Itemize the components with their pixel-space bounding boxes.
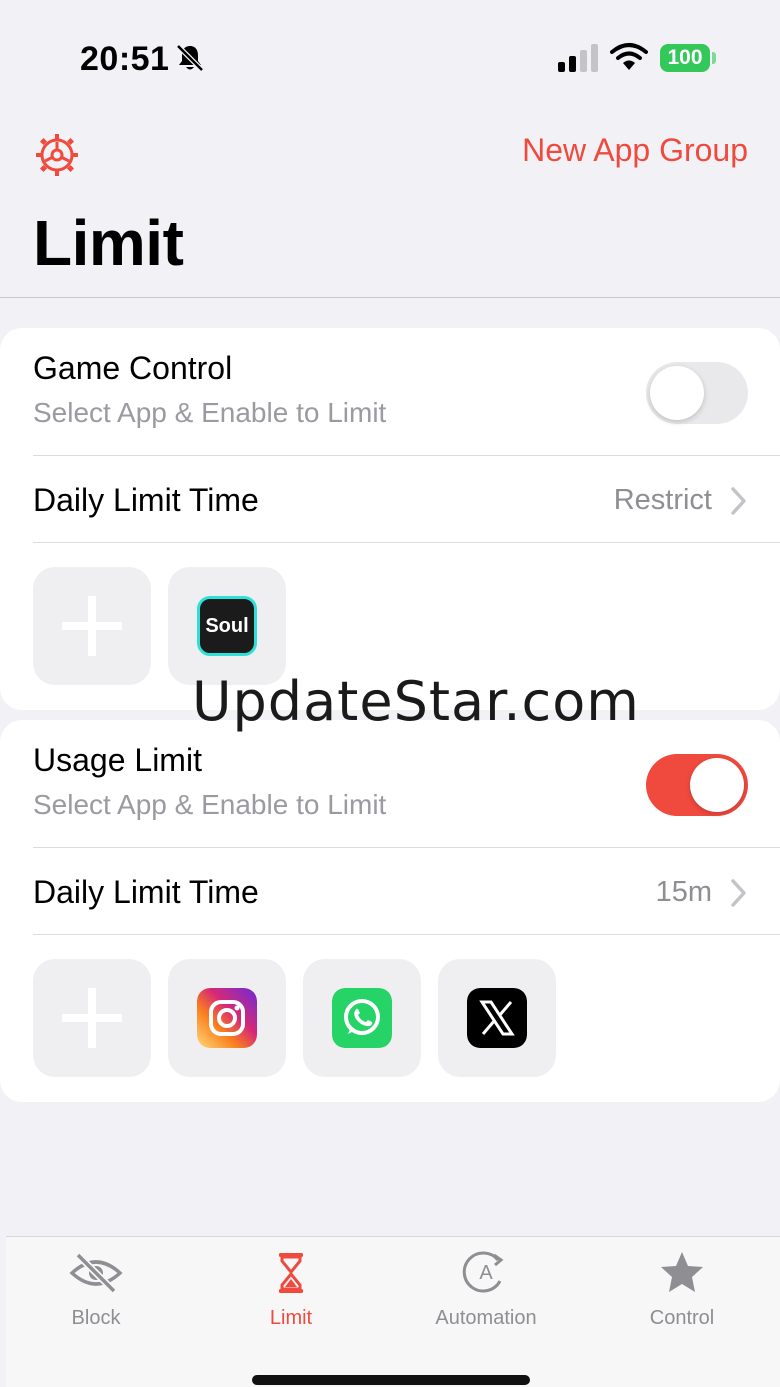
soul-app-label: Soul bbox=[205, 614, 249, 637]
chevron-right-icon bbox=[731, 487, 746, 515]
tab-control[interactable]: Control bbox=[602, 1251, 762, 1330]
bell-slash-icon bbox=[176, 44, 204, 72]
automation-icon: A bbox=[462, 1251, 504, 1293]
game-control-title: Game Control bbox=[33, 350, 233, 386]
tab-label: Control bbox=[649, 1307, 715, 1329]
nav-header: New App Group Limit bbox=[0, 110, 780, 298]
eye-slash-icon bbox=[69, 1252, 123, 1294]
x-app-icon bbox=[467, 988, 527, 1048]
toggle-knob bbox=[650, 366, 704, 420]
usage-limit-title: Usage Limit bbox=[33, 742, 202, 778]
game-app-list: Soul bbox=[33, 567, 286, 685]
new-app-group-button[interactable]: New App Group bbox=[522, 132, 748, 169]
daily-limit-label: Daily Limit Time bbox=[33, 874, 259, 910]
usage-limit-card: Usage Limit Select App & Enable to Limit… bbox=[0, 720, 780, 1102]
game-daily-limit-row[interactable]: Daily Limit Time Restrict bbox=[0, 456, 780, 542]
battery-tip bbox=[712, 52, 716, 64]
usage-limit-toggle[interactable] bbox=[646, 754, 748, 816]
divider bbox=[33, 542, 780, 543]
svg-text:A: A bbox=[479, 1262, 493, 1284]
hourglass-icon bbox=[279, 1253, 303, 1293]
tab-automation[interactable]: A Automation bbox=[406, 1251, 566, 1330]
tab-label: Limit bbox=[269, 1307, 313, 1329]
wifi-icon bbox=[610, 43, 648, 70]
game-control-header: Game Control Select App & Enable to Limi… bbox=[33, 350, 386, 429]
usage-daily-limit-row[interactable]: Daily Limit Time 15m bbox=[0, 848, 780, 934]
app-tile[interactable]: Soul bbox=[168, 567, 286, 685]
tab-bar: Block Limit A Automation Control bbox=[6, 1236, 780, 1387]
plus-icon bbox=[62, 988, 122, 1048]
add-app-button[interactable] bbox=[33, 959, 151, 1077]
usage-limit-header: Usage Limit Select App & Enable to Limit bbox=[33, 742, 386, 821]
plus-icon bbox=[62, 596, 122, 656]
instagram-app-icon bbox=[197, 988, 257, 1048]
usage-limit-subtitle: Select App & Enable to Limit bbox=[33, 789, 387, 820]
chevron-right-icon bbox=[731, 879, 746, 907]
soul-app-icon: Soul bbox=[197, 596, 257, 656]
daily-limit-value: 15m bbox=[655, 876, 712, 908]
status-time: 20:51 bbox=[80, 40, 170, 78]
app-tile[interactable] bbox=[303, 959, 421, 1077]
gear-icon[interactable] bbox=[32, 130, 82, 180]
app-tile[interactable] bbox=[438, 959, 556, 1077]
game-control-toggle[interactable] bbox=[646, 362, 748, 424]
battery-indicator: 100 bbox=[660, 44, 710, 72]
usage-app-list bbox=[33, 959, 556, 1077]
app-tile[interactable] bbox=[168, 959, 286, 1077]
add-app-button[interactable] bbox=[33, 567, 151, 685]
star-icon bbox=[661, 1252, 703, 1292]
screen: 20:51 100 New App Group Limit Game Contr… bbox=[0, 0, 780, 1387]
divider bbox=[33, 934, 780, 935]
watermark-text: UpdateStar.com bbox=[192, 670, 640, 733]
status-bar: 20:51 100 bbox=[0, 0, 780, 110]
cellular-signal-icon bbox=[558, 44, 598, 72]
game-control-card: Game Control Select App & Enable to Limi… bbox=[0, 328, 780, 710]
game-control-subtitle: Select App & Enable to Limit bbox=[33, 397, 387, 428]
toggle-knob bbox=[690, 758, 744, 812]
tab-block[interactable]: Block bbox=[16, 1251, 176, 1330]
tab-limit[interactable]: Limit bbox=[211, 1251, 371, 1330]
page-title: Limit bbox=[33, 207, 184, 279]
daily-limit-label: Daily Limit Time bbox=[33, 482, 259, 518]
whatsapp-app-icon bbox=[332, 988, 392, 1048]
tab-label: Automation bbox=[435, 1307, 537, 1329]
daily-limit-value: Restrict bbox=[613, 484, 712, 516]
tab-label: Block bbox=[71, 1307, 121, 1329]
home-indicator bbox=[252, 1375, 530, 1385]
